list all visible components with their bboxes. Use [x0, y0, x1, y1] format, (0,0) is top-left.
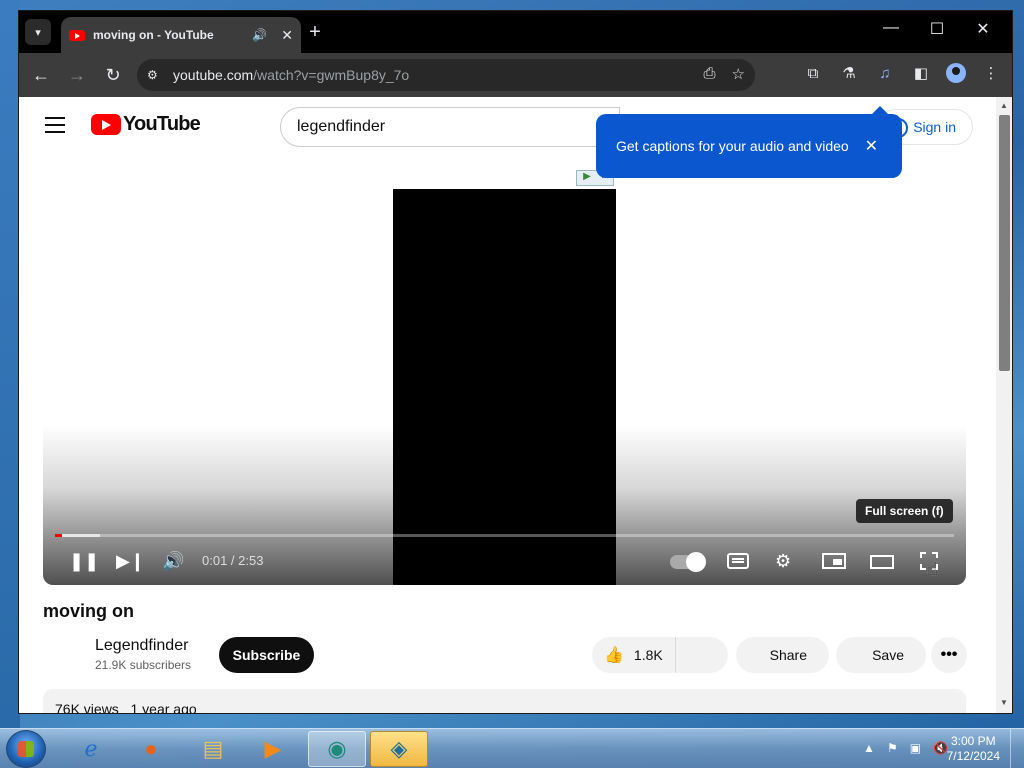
page-scrollbar[interactable]: ▲ ▼: [996, 97, 1012, 713]
description-box[interactable]: 76K views 1 year ago: [43, 689, 966, 713]
forward-arrow-icon[interactable]: →: [59, 65, 95, 86]
thumbs-up-icon: 👍: [604, 647, 624, 664]
channel-name[interactable]: Legendfinder: [95, 637, 188, 655]
like-count: 1.8K: [633, 647, 663, 663]
reload-icon[interactable]: ↻: [95, 65, 131, 86]
progress-played: [55, 534, 63, 537]
next-icon[interactable]: ▶❙: [116, 551, 145, 572]
site-info-icon[interactable]: ⚙: [147, 68, 173, 82]
progress-bar[interactable]: [55, 534, 954, 537]
scroll-thumb[interactable]: [999, 115, 1010, 371]
ad-play-icon[interactable]: ▶: [577, 171, 597, 185]
browser-toolbar: ← → ↻ ⚙ youtube.com/watch?v=gwmBup8y_7o …: [19, 53, 1012, 97]
captions-promo-popup: Get captions for your audio and video ✕: [596, 106, 902, 178]
time-display: 0:01 / 2:53: [202, 553, 264, 568]
upload-age: 1 year ago: [130, 701, 197, 713]
start-button[interactable]: [6, 730, 46, 768]
tab-strip: ▾ moving on - YouTube 🔊 ✕ + — ☐ ✕: [19, 11, 1012, 53]
media-player-icon[interactable]: ▶: [244, 731, 302, 767]
url-path: /watch?v=gwmBup8y_7o: [253, 67, 410, 83]
close-window-button[interactable]: ✕: [963, 19, 1003, 39]
tab-youtube[interactable]: moving on - YouTube 🔊 ✕: [61, 17, 301, 53]
profile-avatar-icon[interactable]: [946, 63, 966, 83]
tab-title: moving on - YouTube: [93, 28, 214, 42]
taskbar-clock[interactable]: 3:00 PM 7/12/2024: [947, 734, 1000, 764]
speaker-icon[interactable]: 🔊: [252, 28, 267, 42]
like-dislike-group: 👍 1.8K: [592, 637, 728, 673]
youtube-page: YouTube legendfinder Sign in Get caption…: [19, 97, 1012, 713]
subtitles-icon[interactable]: [727, 553, 749, 569]
video-frame[interactable]: [393, 189, 616, 585]
url-host: youtube.com: [173, 67, 254, 83]
labs-flask-icon[interactable]: ⚗: [838, 64, 860, 82]
media-controls-icon[interactable]: ♫: [874, 65, 896, 82]
tab-close-icon[interactable]: ✕: [281, 27, 293, 44]
scroll-down-arrow-icon[interactable]: ▼: [1000, 698, 1008, 707]
save-button[interactable]: Save: [836, 637, 926, 673]
mouse-pointer-icon: ☝: [927, 559, 938, 579]
kebab-menu-icon[interactable]: ⋮: [980, 64, 1002, 82]
maximize-button[interactable]: ☐: [917, 19, 957, 39]
share-button[interactable]: Share: [736, 637, 829, 673]
video-title: moving on: [43, 601, 134, 621]
video-player[interactable]: ▶ ✕ Full screen (f) ❚❚ ▶❙ 🔊 0:01 / 2:53 …: [43, 167, 966, 585]
view-count: 76K views: [55, 701, 119, 713]
minimize-button[interactable]: —: [871, 19, 911, 37]
bookmark-star-icon[interactable]: ☆: [732, 65, 745, 83]
dislike-button[interactable]: [676, 637, 728, 673]
hamburger-menu-icon[interactable]: [45, 117, 65, 133]
youtube-favicon-icon: [69, 29, 85, 41]
settings-gear-icon[interactable]: ⚙: [775, 551, 791, 572]
download-manager-icon[interactable]: ◈: [370, 731, 428, 767]
desktop-background: [0, 0, 20, 730]
tray-expand-icon[interactable]: ▲: [863, 741, 875, 755]
more-actions-button[interactable]: •••: [931, 637, 967, 673]
file-explorer-icon[interactable]: ▤: [184, 731, 242, 767]
address-bar[interactable]: ⚙ youtube.com/watch?v=gwmBup8y_7o ⎙ ☆: [137, 59, 755, 91]
youtube-play-icon: [91, 114, 121, 135]
action-center-flag-icon[interactable]: ⚑: [887, 741, 898, 755]
side-panel-icon[interactable]: ◧: [910, 64, 932, 82]
theater-mode-icon[interactable]: [870, 555, 894, 569]
install-app-icon[interactable]: ⎙: [704, 65, 716, 83]
new-tab-button[interactable]: +: [302, 21, 328, 44]
show-desktop-button[interactable]: [1010, 729, 1024, 768]
youtube-logo[interactable]: YouTube: [91, 113, 201, 136]
internet-explorer-icon[interactable]: ℯ: [62, 731, 120, 767]
chrome-taskbar-icon[interactable]: ◉: [308, 731, 366, 767]
windows-taskbar: ℯ ● ▤ ▶ ◉ ◈ ▲ ⚑ ▣ 🔇 3:00 PM 7/12/2024: [0, 728, 1024, 768]
network-icon[interactable]: ▣: [910, 741, 921, 755]
system-tray: ▲ ⚑ ▣ 🔇: [863, 741, 948, 755]
search-input[interactable]: legendfinder: [280, 107, 620, 147]
extensions-puzzle-icon[interactable]: ⧉: [802, 65, 824, 82]
tab-search-button[interactable]: ▾: [25, 19, 51, 45]
firefox-icon[interactable]: ●: [122, 731, 180, 767]
volume-icon[interactable]: 🔊: [162, 551, 184, 572]
autoplay-knob: [686, 552, 706, 572]
pause-icon[interactable]: ❚❚: [69, 551, 99, 572]
back-arrow-icon[interactable]: ←: [23, 65, 59, 86]
scroll-up-arrow-icon[interactable]: ▲: [1000, 101, 1008, 110]
clock-time: 3:00 PM: [950, 734, 996, 748]
subscriber-count: 21.9K subscribers: [95, 658, 192, 672]
youtube-logo-text: YouTube: [123, 113, 201, 135]
like-button[interactable]: 👍 1.8K: [592, 637, 676, 673]
popup-close-icon[interactable]: ✕: [865, 136, 878, 156]
subscribe-button[interactable]: Subscribe: [219, 637, 314, 673]
autoplay-toggle[interactable]: [670, 552, 706, 572]
sign-in-label: Sign in: [913, 119, 956, 135]
clock-date: 7/12/2024: [946, 749, 1000, 763]
fullscreen-tooltip: Full screen (f): [856, 499, 953, 523]
miniplayer-icon[interactable]: [822, 553, 846, 569]
browser-window: ▾ moving on - YouTube 🔊 ✕ + — ☐ ✕ ← → ↻ …: [18, 10, 1013, 714]
popup-text: Get captions for your audio and video: [616, 138, 849, 154]
